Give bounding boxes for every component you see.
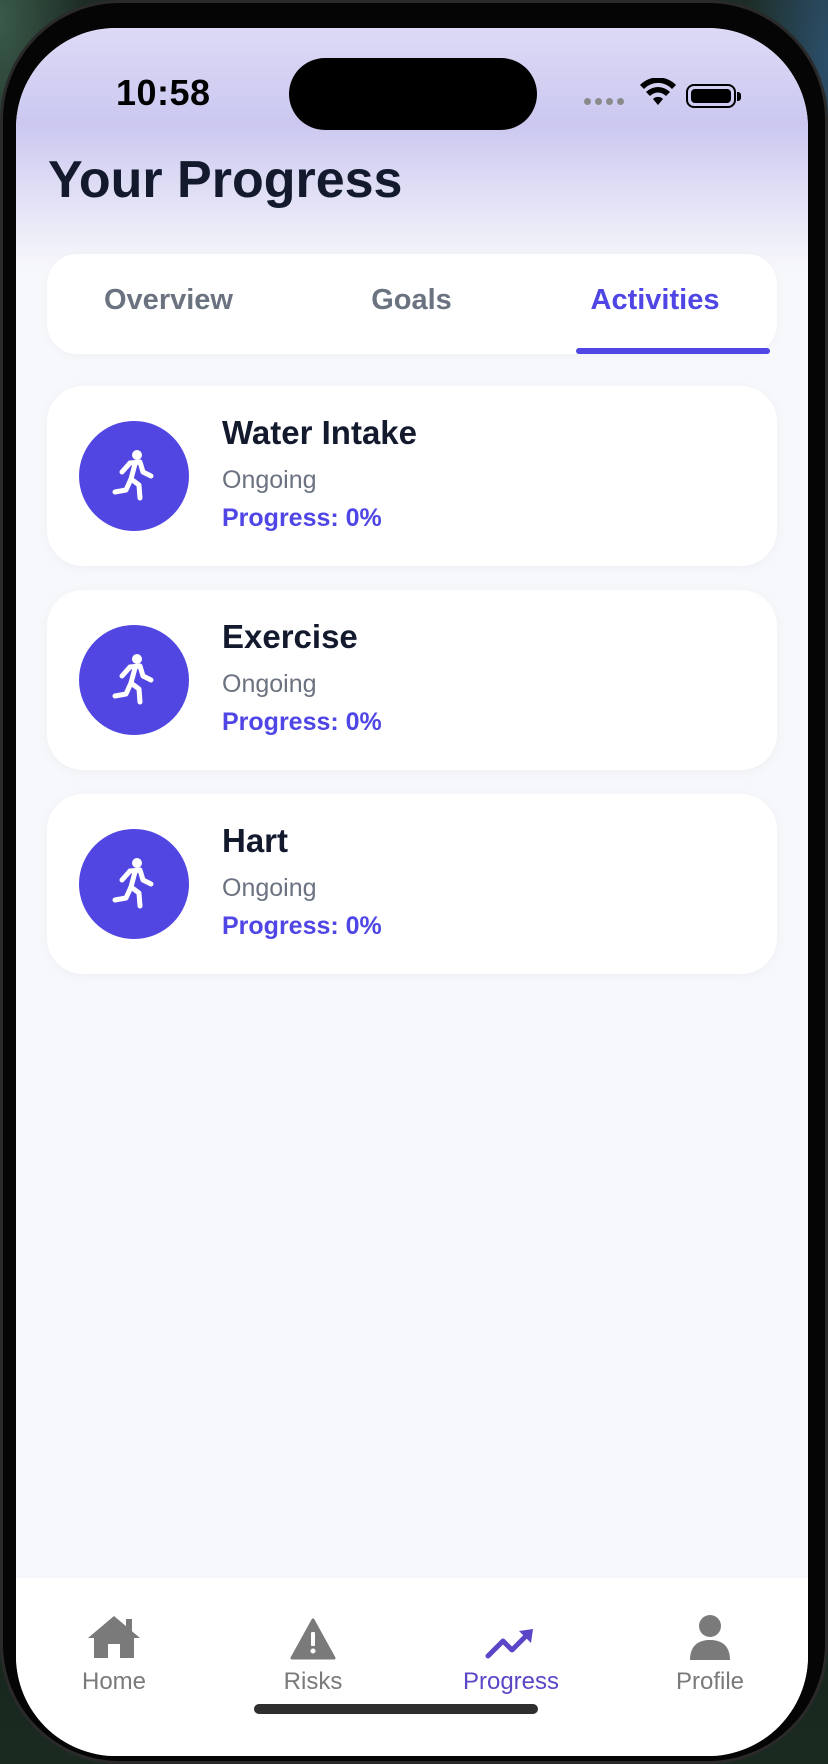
activity-title: Exercise <box>222 618 358 655</box>
nav-item-progress[interactable]: Progress <box>431 1608 591 1696</box>
running-person-icon <box>112 654 154 705</box>
activity-icon-badge <box>79 421 189 531</box>
activity-status: Ongoing <box>222 466 317 494</box>
battery-icon <box>686 84 741 108</box>
tab-overview[interactable]: Overview <box>47 254 290 354</box>
trending-up-icon <box>485 1629 533 1659</box>
warning-icon <box>290 1618 336 1660</box>
person-icon <box>690 1615 730 1660</box>
dynamic-island <box>289 58 537 130</box>
nav-item-home[interactable]: Home <box>34 1608 194 1696</box>
nav-label: Profile <box>675 1668 745 1695</box>
activity-icon-badge <box>79 829 189 939</box>
activity-icon-badge <box>79 625 189 735</box>
activity-status: Ongoing <box>222 874 317 902</box>
activity-progress: Progress: 0% <box>222 912 382 940</box>
activity-status: Ongoing <box>222 670 317 698</box>
nav-label: Progress <box>462 1668 560 1695</box>
activity-progress: Progress: 0% <box>222 504 382 532</box>
activity-card-exercise[interactable]: Exercise Ongoing Progress: 0% <box>47 590 777 770</box>
nav-label: Risks <box>283 1668 343 1695</box>
activity-card-hart[interactable]: Hart Ongoing Progress: 0% <box>47 794 777 974</box>
home-indicator <box>254 1704 538 1714</box>
app-screen: 10:58 Your Progress Overview Goals Activ… <box>16 28 808 1756</box>
cellular-signal-icon <box>584 98 624 105</box>
activity-title: Hart <box>222 822 289 859</box>
running-person-icon <box>112 858 154 909</box>
wifi-icon <box>640 78 676 105</box>
tab-activities[interactable]: Activities <box>533 254 777 354</box>
bottom-nav: Home Risks Progress Profile <box>16 1578 808 1756</box>
tab-goals[interactable]: Goals <box>290 254 533 354</box>
activity-title: Water Intake <box>222 414 418 451</box>
active-tab-indicator <box>576 348 770 354</box>
tab-bar: Overview Goals Activities <box>47 254 777 354</box>
nav-label: Home <box>81 1668 147 1695</box>
activity-card-water-intake[interactable]: Water Intake Ongoing Progress: 0% <box>47 386 777 566</box>
home-icon <box>88 1616 140 1658</box>
status-time: 10:58 <box>116 72 211 113</box>
activity-progress: Progress: 0% <box>222 708 382 736</box>
status-icons <box>584 78 744 118</box>
page-title: Your Progress <box>48 151 403 209</box>
nav-item-profile[interactable]: Profile <box>630 1608 790 1696</box>
nav-item-risks[interactable]: Risks <box>233 1608 393 1696</box>
running-person-icon <box>112 450 154 501</box>
